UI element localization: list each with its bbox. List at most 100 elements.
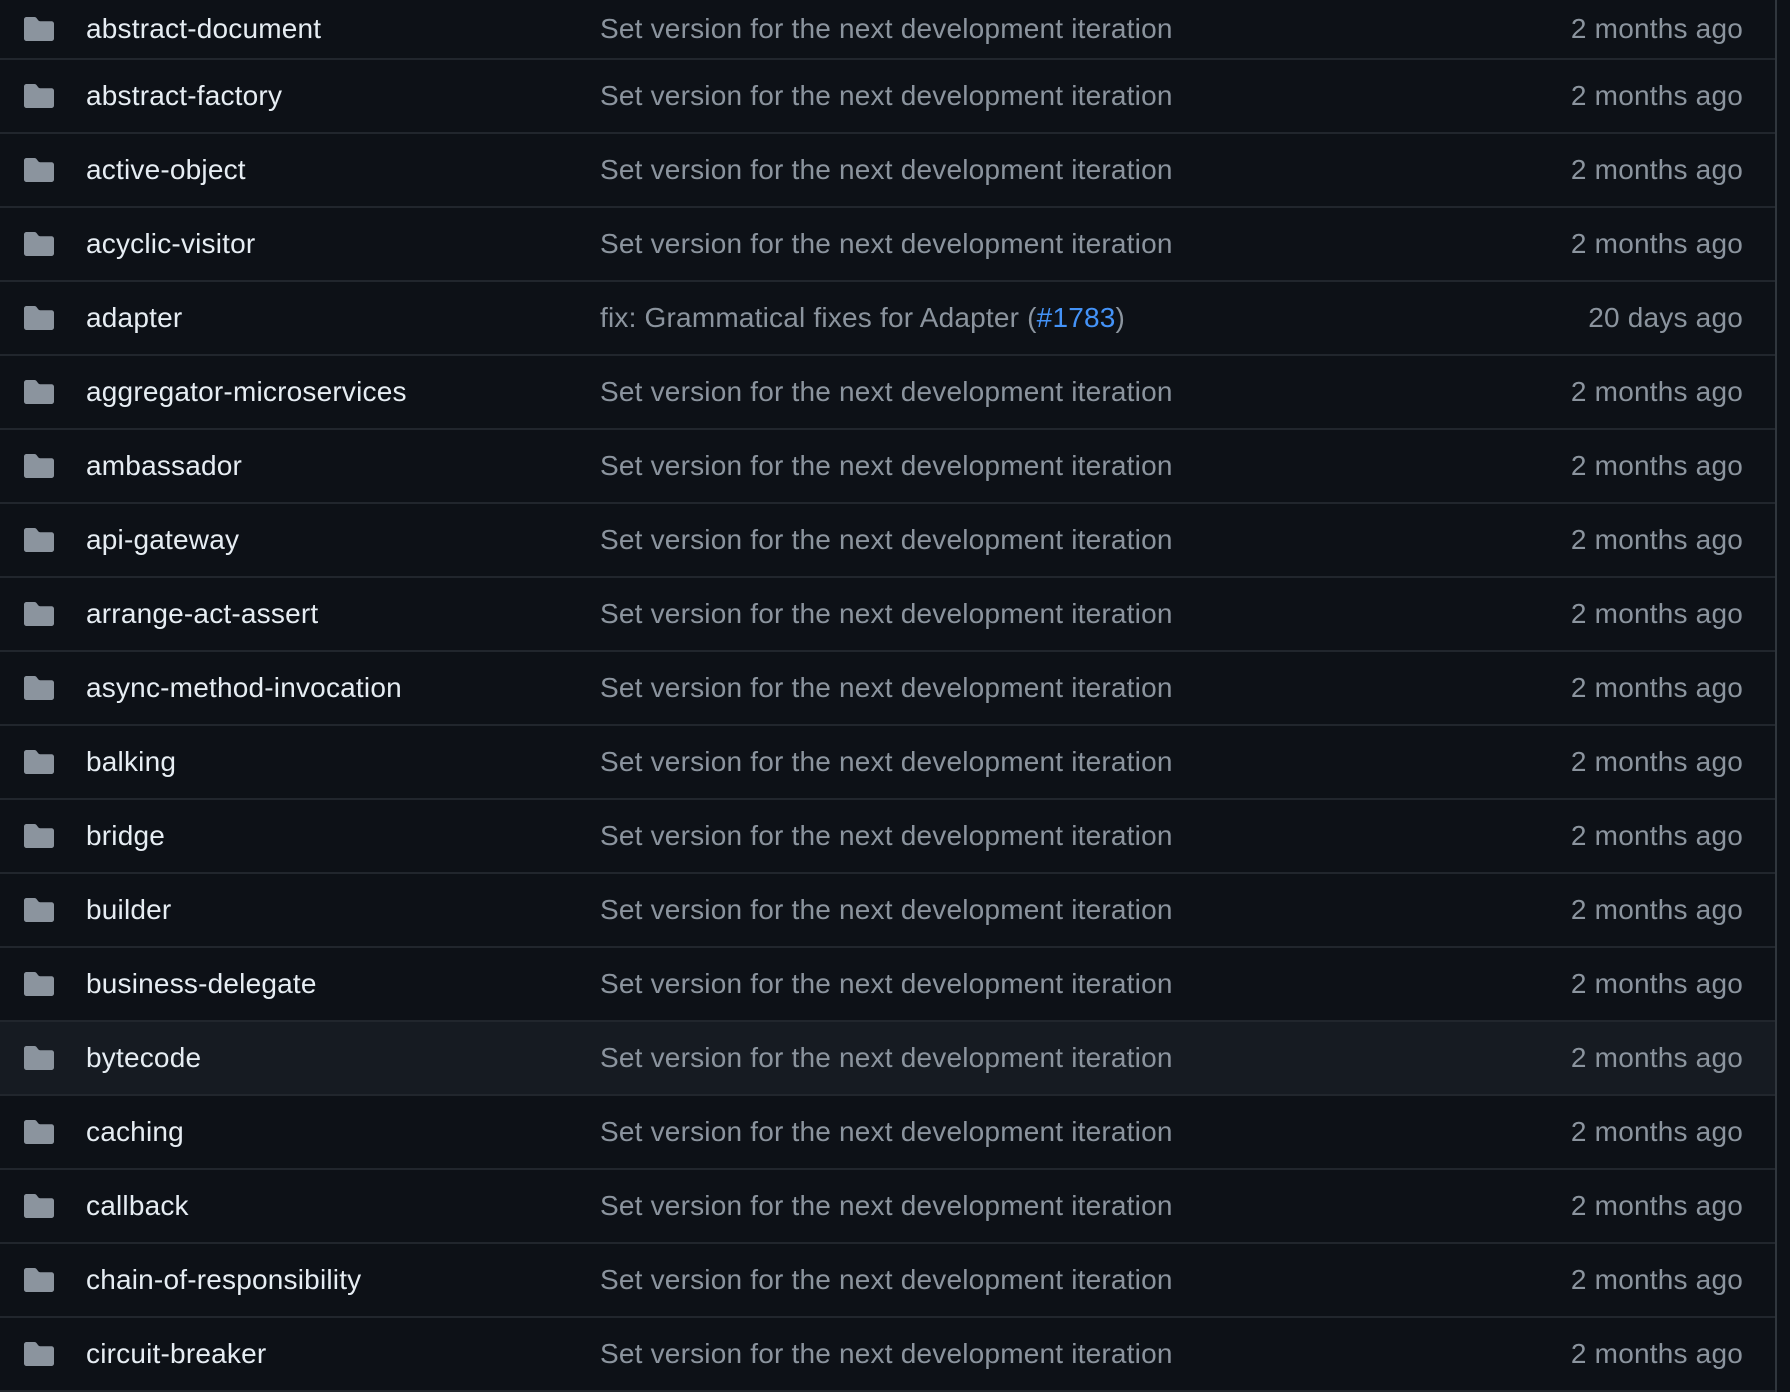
file-row-arrange-act-assert[interactable]: arrange-act-assert Set version for the n… [0, 578, 1775, 652]
commit-message[interactable]: Set version for the next development ite… [600, 672, 1173, 704]
file-name-link[interactable]: circuit-breaker [86, 1338, 266, 1370]
commit-message[interactable]: Set version for the next development ite… [600, 968, 1173, 1000]
file-name-link[interactable]: balking [86, 746, 176, 778]
commit-message[interactable]: Set version for the next development ite… [600, 1116, 1173, 1148]
commit-message[interactable]: Set version for the next development ite… [600, 598, 1173, 630]
file-name-link[interactable]: arrange-act-assert [86, 598, 318, 630]
commit-age: 2 months ago [1570, 894, 1743, 925]
folder-icon [22, 1340, 56, 1368]
file-row-balking[interactable]: balking Set version for the next develop… [0, 726, 1775, 800]
folder-icon [22, 674, 56, 702]
commit-age: 2 months ago [1570, 1338, 1743, 1369]
commit-message[interactable]: Set version for the next development ite… [600, 894, 1173, 926]
commit-message[interactable]: fix: Grammatical fixes for Adapter (#178… [600, 302, 1125, 334]
file-row-active-object[interactable]: active-object Set version for the next d… [0, 134, 1775, 208]
file-row-bridge[interactable]: bridge Set version for the next developm… [0, 800, 1775, 874]
file-name-link[interactable]: business-delegate [86, 968, 317, 1000]
file-row-async-method-invocation[interactable]: async-method-invocation Set version for … [0, 652, 1775, 726]
folder-icon [22, 526, 56, 554]
file-name-link[interactable]: chain-of-responsibility [86, 1264, 361, 1296]
folder-icon [22, 970, 56, 998]
folder-icon [22, 1118, 56, 1146]
file-row-api-gateway[interactable]: api-gateway Set version for the next dev… [0, 504, 1775, 578]
file-row-abstract-document[interactable]: abstract-document Set version for the ne… [0, 0, 1775, 60]
folder-icon [22, 748, 56, 776]
commit-age: 2 months ago [1570, 228, 1743, 259]
file-name-link[interactable]: caching [86, 1116, 184, 1148]
folder-icon [22, 230, 56, 258]
commit-message[interactable]: Set version for the next development ite… [600, 1338, 1173, 1370]
file-row-adapter[interactable]: adapter fix: Grammatical fixes for Adapt… [0, 282, 1775, 356]
file-name-link[interactable]: acyclic-visitor [86, 228, 255, 260]
commit-age: 2 months ago [1570, 672, 1743, 703]
folder-icon [22, 896, 56, 924]
file-name-link[interactable]: builder [86, 894, 171, 926]
file-name-link[interactable]: ambassador [86, 450, 242, 482]
file-name-link[interactable]: active-object [86, 154, 246, 186]
file-name-link[interactable]: callback [86, 1190, 189, 1222]
file-row-circuit-breaker[interactable]: circuit-breaker Set version for the next… [0, 1318, 1775, 1392]
file-name-link[interactable]: abstract-document [86, 13, 321, 45]
commit-message-suffix[interactable]: ) [1116, 302, 1126, 333]
commit-age: 2 months ago [1570, 524, 1743, 555]
folder-icon [22, 452, 56, 480]
file-name-link[interactable]: async-method-invocation [86, 672, 402, 704]
commit-message[interactable]: Set version for the next development ite… [600, 1190, 1173, 1222]
commit-age: 2 months ago [1570, 1264, 1743, 1295]
file-row-ambassador[interactable]: ambassador Set version for the next deve… [0, 430, 1775, 504]
file-row-chain-of-responsibility[interactable]: chain-of-responsibility Set version for … [0, 1244, 1775, 1318]
folder-icon [22, 1044, 56, 1072]
folder-icon [22, 1192, 56, 1220]
file-name-link[interactable]: bridge [86, 820, 165, 852]
pull-request-link[interactable]: #1783 [1037, 302, 1116, 333]
commit-age: 2 months ago [1570, 1042, 1743, 1073]
commit-message[interactable]: Set version for the next development ite… [600, 746, 1173, 778]
folder-icon [22, 82, 56, 110]
commit-age: 2 months ago [1570, 376, 1743, 407]
commit-message[interactable]: Set version for the next development ite… [600, 13, 1173, 45]
folder-icon [22, 600, 56, 628]
file-row-abstract-factory[interactable]: abstract-factory Set version for the nex… [0, 60, 1775, 134]
folder-icon [22, 304, 56, 332]
file-row-caching[interactable]: caching Set version for the next develop… [0, 1096, 1775, 1170]
commit-age: 2 months ago [1570, 598, 1743, 629]
commit-age: 2 months ago [1570, 968, 1743, 999]
file-name-link[interactable]: api-gateway [86, 524, 239, 556]
file-row-builder[interactable]: builder Set version for the next develop… [0, 874, 1775, 948]
commit-age: 2 months ago [1570, 154, 1743, 185]
commit-message[interactable]: Set version for the next development ite… [600, 376, 1173, 408]
file-row-acyclic-visitor[interactable]: acyclic-visitor Set version for the next… [0, 208, 1775, 282]
commit-message[interactable]: Set version for the next development ite… [600, 1042, 1173, 1074]
file-list: abstract-document Set version for the ne… [0, 0, 1777, 1392]
commit-message[interactable]: Set version for the next development ite… [600, 154, 1173, 186]
commit-age: 2 months ago [1570, 450, 1743, 481]
file-row-aggregator-microservices[interactable]: aggregator-microservices Set version for… [0, 356, 1775, 430]
commit-message-text[interactable]: fix: Grammatical fixes for Adapter ( [600, 302, 1037, 333]
commit-age: 2 months ago [1570, 13, 1743, 44]
commit-message[interactable]: Set version for the next development ite… [600, 80, 1173, 112]
commit-age: 2 months ago [1570, 746, 1743, 777]
folder-icon [22, 378, 56, 406]
commit-message[interactable]: Set version for the next development ite… [600, 820, 1173, 852]
commit-message[interactable]: Set version for the next development ite… [600, 524, 1173, 556]
commit-age: 2 months ago [1570, 1116, 1743, 1147]
file-row-bytecode[interactable]: bytecode Set version for the next develo… [0, 1022, 1775, 1096]
file-row-callback[interactable]: callback Set version for the next develo… [0, 1170, 1775, 1244]
commit-message[interactable]: Set version for the next development ite… [600, 450, 1173, 482]
folder-icon [22, 822, 56, 850]
file-name-link[interactable]: bytecode [86, 1042, 201, 1074]
commit-age: 20 days ago [1588, 302, 1743, 333]
commit-age: 2 months ago [1570, 1190, 1743, 1221]
commit-age: 2 months ago [1570, 80, 1743, 111]
commit-message[interactable]: Set version for the next development ite… [600, 228, 1173, 260]
folder-icon [22, 156, 56, 184]
commit-age: 2 months ago [1570, 820, 1743, 851]
file-name-link[interactable]: abstract-factory [86, 80, 282, 112]
commit-message[interactable]: Set version for the next development ite… [600, 1264, 1173, 1296]
folder-icon [22, 15, 56, 43]
file-row-business-delegate[interactable]: business-delegate Set version for the ne… [0, 948, 1775, 1022]
file-list-rows: abstract-document Set version for the ne… [0, 0, 1775, 1392]
file-name-link[interactable]: aggregator-microservices [86, 376, 407, 408]
folder-icon [22, 1266, 56, 1294]
file-name-link[interactable]: adapter [86, 302, 182, 334]
